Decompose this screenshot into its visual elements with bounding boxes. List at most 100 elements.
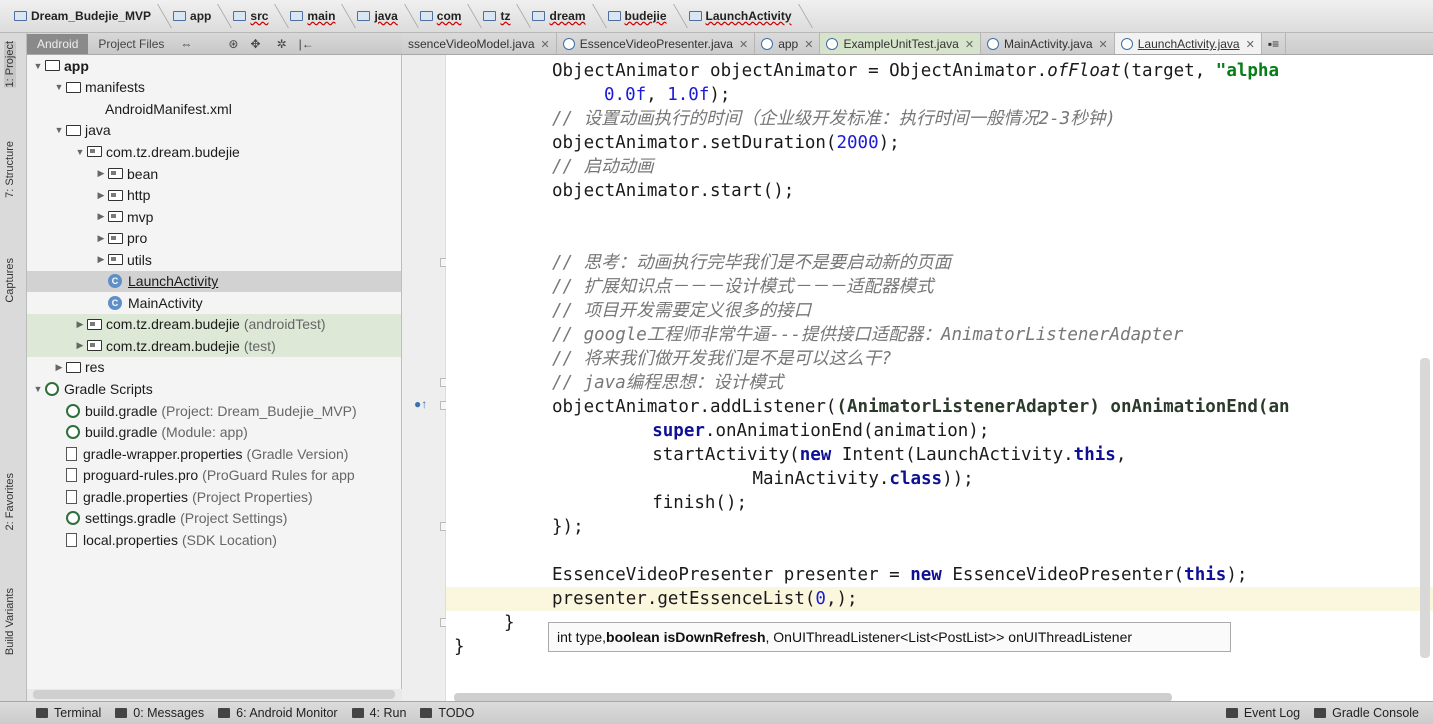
tree-item[interactable]: ▶ com.tz.dream.budejie (androidTest) — [27, 313, 401, 336]
tree-item[interactable]: build.gradle (Project: Dream_Budejie_MVP) — [27, 400, 401, 422]
tool-tab-captures[interactable]: Captures — [4, 258, 16, 303]
breadcrumb-item[interactable]: src — [229, 4, 290, 28]
expand-arrow-icon[interactable]: ▶ — [52, 362, 66, 373]
editor-tab[interactable]: app ✕ — [755, 33, 821, 54]
editor-tab-label: app — [778, 37, 799, 51]
tree-item[interactable]: ▶ com.tz.dream.budejie (test) — [27, 335, 401, 357]
status-tool-0[interactable]: Terminal — [36, 706, 101, 720]
status-tool-right-0[interactable]: Event Log — [1225, 706, 1300, 720]
code-token: // 扩展知识点－－－设计模式－－－适配器模式 — [552, 277, 934, 297]
tree-item[interactable]: ▼ manifests — [27, 77, 401, 99]
tree-item[interactable]: ▶ pro — [27, 227, 401, 249]
tree-item[interactable]: build.gradle (Module: app) — [27, 421, 401, 443]
editor-tab[interactable]: ssenceVideoModel.java ✕ — [402, 33, 557, 54]
status-tool-3[interactable]: 4: Run — [351, 706, 406, 720]
breadcrumb-item[interactable]: budejie — [604, 4, 688, 28]
editor-tab[interactable]: MainActivity.java ✕ — [981, 33, 1115, 54]
expand-arrow-icon[interactable]: ▶ — [94, 233, 108, 244]
code-editor[interactable]: ObjectAnimator objectAnimator = ObjectAn… — [446, 55, 1433, 701]
status-label: Gradle Console — [1332, 706, 1419, 720]
tool-tab-1-project[interactable]: 1: Project — [4, 41, 16, 88]
tab-project-files[interactable]: Project Files — [88, 34, 174, 54]
collapse-icon[interactable]: ✥ — [250, 37, 260, 51]
editor-tab[interactable]: LaunchActivity.java ✕ — [1114, 33, 1262, 54]
expand-arrow-icon[interactable]: ▶ — [73, 340, 87, 351]
status-tool-right-1[interactable]: Gradle Console — [1314, 706, 1419, 720]
expand-arrow-icon[interactable]: ▼ — [73, 147, 87, 157]
close-icon[interactable]: ✕ — [541, 38, 550, 51]
tree-item[interactable]: C MainActivity — [27, 292, 401, 314]
tool-tab-2-favorites[interactable]: 2: Favorites — [4, 473, 16, 530]
editor-vertical-scrollbar[interactable] — [1420, 358, 1430, 658]
breadcrumb-item[interactable]: dream — [528, 4, 607, 28]
editor-tab[interactable]: ExampleUnitTest.java ✕ — [820, 33, 982, 54]
tree-item[interactable]: settings.gradle (Project Settings) — [27, 508, 401, 530]
tree-item[interactable]: ▶ http — [27, 184, 401, 206]
status-tool-1[interactable]: 0: Messages — [115, 706, 204, 720]
tree-item[interactable]: ▼ com.tz.dream.budejie — [27, 141, 401, 163]
tree-item[interactable]: C LaunchActivity — [27, 270, 401, 292]
breadcrumb-item[interactable]: app — [169, 4, 233, 28]
gear-icon[interactable]: ✲ — [277, 37, 287, 51]
arrows-icon[interactable]: ⇔ — [180, 37, 192, 51]
tree-item-label: build.gradle — [85, 424, 158, 441]
expand-arrow-icon[interactable]: ▶ — [94, 168, 108, 179]
tree-item[interactable]: ▶ mvp — [27, 206, 401, 228]
tree-item[interactable]: AndroidManifest.xml — [27, 98, 401, 120]
project-tree: ▼ app ▼ manifests AndroidManifest.xml ▼ java ▼ c… — [27, 55, 402, 689]
tool-tab-build-variants[interactable]: Build Variants — [4, 588, 16, 655]
breadcrumb-item[interactable]: LaunchActivity — [685, 4, 813, 28]
tree-horizontal-scrollbar[interactable] — [33, 690, 395, 699]
tree-item[interactable]: ▶ bean — [27, 163, 401, 185]
package-icon — [108, 211, 123, 223]
tooltip-param-rest: , OnUIThreadListener<List<PostList>> onU… — [765, 629, 1133, 645]
breadcrumb-item[interactable]: main — [286, 4, 357, 28]
pin-icon[interactable]: |← — [299, 37, 314, 51]
folder-icon — [66, 124, 81, 136]
tree-item[interactable]: ▼ Gradle Scripts — [27, 378, 401, 400]
tree-item[interactable]: ▼ java — [27, 120, 401, 142]
tree-item[interactable]: gradle-wrapper.properties (Gradle Version… — [27, 443, 401, 465]
breadcrumb-item[interactable]: java — [353, 4, 419, 28]
editor-tab[interactable]: EssenceVideoPresenter.java ✕ — [557, 33, 756, 54]
expand-arrow-icon[interactable]: ▶ — [73, 319, 87, 330]
close-icon[interactable]: ✕ — [739, 38, 748, 51]
sync-icon[interactable]: ⊛ — [228, 37, 238, 51]
override-icon[interactable]: ●↑ — [414, 397, 427, 411]
expand-arrow-icon[interactable]: ▼ — [52, 82, 66, 92]
code-token: // 启动动画 — [552, 157, 654, 177]
breadcrumb-label: app — [190, 9, 212, 23]
expand-arrow-icon[interactable]: ▶ — [94, 190, 108, 201]
status-tool-2[interactable]: 6: Android Monitor — [218, 706, 338, 720]
gradle-icon — [45, 382, 59, 396]
code-token: , — [1115, 445, 1127, 465]
tree-item-label: pro — [127, 230, 148, 247]
tool-tab-7-structure[interactable]: 7: Structure — [4, 141, 16, 198]
tree-item[interactable]: proguard-rules.pro (ProGuard Rules for ap… — [27, 464, 401, 486]
folder-icon — [357, 11, 371, 21]
status-tool-4[interactable]: TODO — [420, 706, 474, 720]
close-icon[interactable]: ✕ — [1099, 38, 1108, 51]
expand-arrow-icon[interactable]: ▶ — [94, 211, 108, 222]
breadcrumb-item[interactable]: Dream_Budejie_MVP — [10, 4, 172, 28]
tab-overflow-icon[interactable]: ▪≡ — [1262, 33, 1287, 54]
breadcrumb-item[interactable]: com — [416, 4, 483, 28]
tree-item[interactable]: gradle.properties (Project Properties) — [27, 486, 401, 508]
expand-arrow-icon[interactable]: ▼ — [31, 61, 45, 71]
breadcrumb-item[interactable]: tz — [479, 4, 532, 28]
gradle-icon — [66, 511, 80, 526]
close-icon[interactable]: ✕ — [804, 38, 813, 51]
close-icon[interactable]: ✕ — [965, 38, 974, 51]
breadcrumb-label: dream — [549, 9, 586, 23]
close-icon[interactable]: ✕ — [1246, 38, 1255, 51]
tree-item[interactable]: local.properties (SDK Location) — [27, 529, 401, 551]
expand-arrow-icon[interactable]: ▼ — [52, 125, 66, 135]
expand-arrow-icon[interactable]: ▶ — [94, 254, 108, 265]
tree-item-label: LaunchActivity — [128, 273, 219, 290]
expand-arrow-icon[interactable]: ▼ — [31, 384, 45, 394]
tool-window-icon — [1225, 708, 1238, 718]
tree-item[interactable]: ▼ app — [27, 55, 401, 77]
tree-item[interactable]: ▶ utils — [27, 249, 401, 271]
tree-item[interactable]: ▶ res — [27, 357, 401, 379]
tab-android[interactable]: Android — [27, 33, 89, 54]
